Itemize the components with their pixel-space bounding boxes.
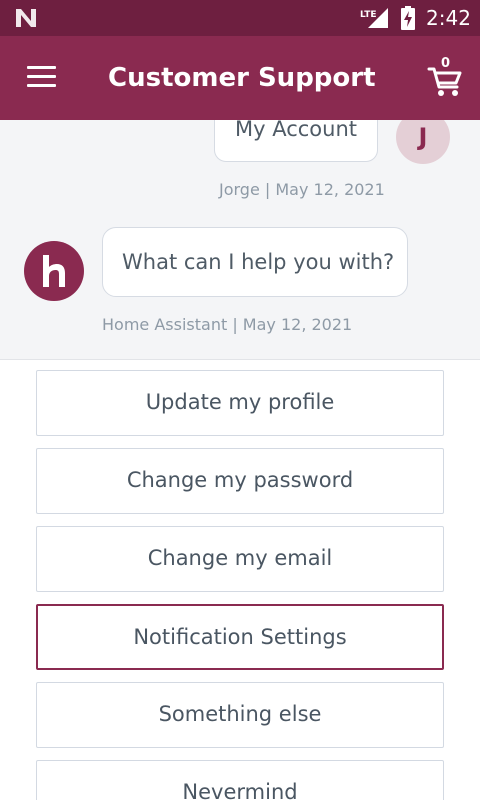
status-bar: LTE 2:42 — [0, 0, 480, 36]
network-label: LTE — [360, 10, 377, 20]
option-nevermind-button[interactable]: Nevermind — [36, 760, 444, 800]
chat-thread: My Account J Jorge | May 12, 2021 What c… — [0, 120, 480, 360]
option-something-else-button[interactable]: Something else — [36, 682, 444, 748]
page-title: Customer Support — [108, 63, 376, 93]
app-bar: Customer Support 0 — [0, 36, 480, 120]
option-notification-settings-button[interactable]: Notification Settings — [36, 604, 444, 670]
bot-message-meta: Home Assistant | May 12, 2021 — [102, 315, 353, 334]
home-assistant-logo-icon — [24, 241, 84, 301]
lte-signal-icon: LTE — [360, 8, 388, 28]
battery-charging-icon — [401, 6, 415, 30]
option-change-password-button[interactable]: Change my password — [36, 448, 444, 514]
avatar: J — [396, 120, 450, 164]
bot-message-bubble: What can I help you with? — [102, 227, 408, 297]
user-message-meta: Jorge | May 12, 2021 — [219, 180, 385, 199]
hamburger-menu-icon[interactable] — [27, 66, 57, 90]
cart-count-badge: 0 — [441, 56, 451, 71]
option-change-email-button[interactable]: Change my email — [36, 526, 444, 592]
n-logo-icon — [16, 9, 36, 27]
shopping-cart-button[interactable]: 0 — [427, 56, 463, 98]
user-message-bubble: My Account — [214, 120, 378, 162]
status-clock: 2:42 — [426, 6, 471, 30]
option-update-profile-button[interactable]: Update my profile — [36, 370, 444, 436]
